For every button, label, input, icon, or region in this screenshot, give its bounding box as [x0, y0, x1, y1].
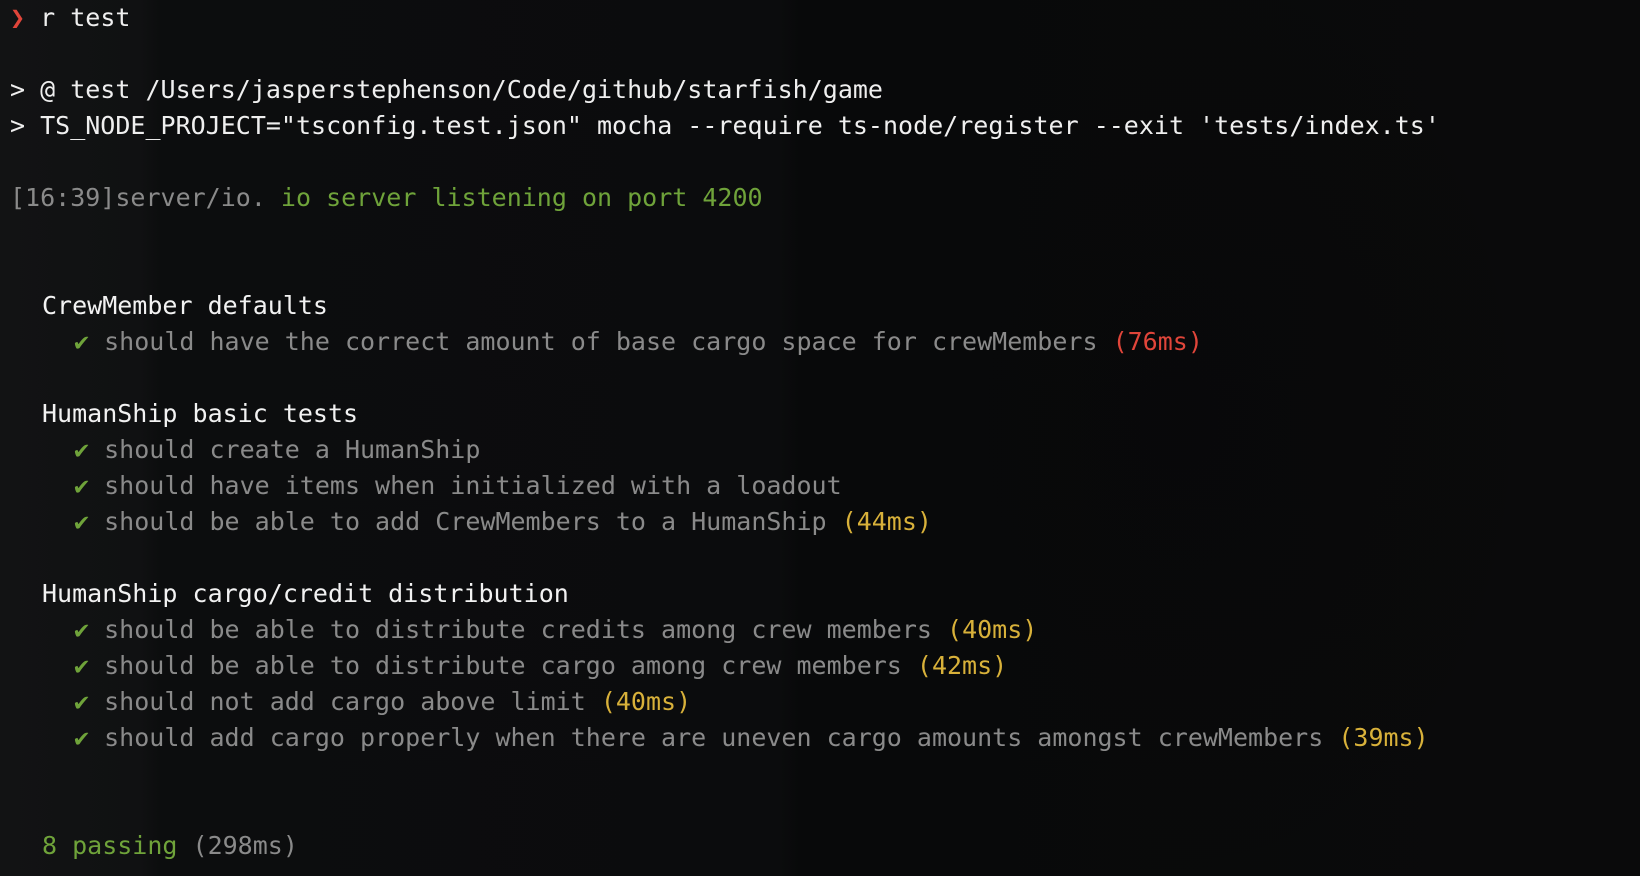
test-duration: (40ms): [947, 615, 1038, 644]
summary-line: 8 passing (298ms): [10, 828, 1640, 864]
npm-header-line-1: > @ test /Users/jasperstephenson/Code/gi…: [10, 75, 883, 104]
terminal-window[interactable]: ❯ r test > @ test /Users/jasperstephenso…: [0, 0, 1640, 876]
check-icon: ✔: [74, 723, 90, 752]
prompt-symbol: ❯: [10, 3, 26, 32]
server-log-line: [16:39]server/io. io server listening on…: [10, 180, 1640, 216]
log-prefix: [16:39]server/io.: [10, 183, 266, 212]
test-name: should create a HumanShip: [104, 435, 481, 464]
check-icon: ✔: [74, 435, 90, 464]
test-duration: (44ms): [841, 507, 932, 536]
test-duration: (76ms): [1112, 327, 1203, 356]
test-name: should be able to distribute credits amo…: [104, 615, 932, 644]
npm-header-line-2: > TS_NODE_PROJECT="tsconfig.test.json" m…: [10, 111, 1440, 140]
test-name: should be able to add CrewMembers to a H…: [104, 507, 827, 536]
suite-title: HumanShip cargo/credit distribution: [42, 579, 569, 608]
test-row: ✔ should have the correct amount of base…: [10, 324, 1640, 360]
test-name: should be able to distribute cargo among…: [104, 651, 902, 680]
test-row: ✔ should create a HumanShip: [10, 432, 1640, 468]
test-name: should have the correct amount of base c…: [104, 327, 1098, 356]
test-duration: (39ms): [1338, 723, 1429, 752]
total-duration: (298ms): [177, 831, 298, 860]
check-icon: ✔: [74, 615, 90, 644]
check-icon: ✔: [74, 471, 90, 500]
check-icon: ✔: [74, 327, 90, 356]
test-row: ✔ should be able to distribute cargo amo…: [10, 648, 1640, 684]
log-message: io server listening on port 4200: [265, 183, 763, 212]
test-row: ✔ should be able to distribute credits a…: [10, 612, 1640, 648]
command-text: r test: [40, 3, 131, 32]
test-row: ✔ should add cargo properly when there a…: [10, 720, 1640, 756]
check-icon: ✔: [74, 687, 90, 716]
passing-count: 8 passing: [42, 831, 178, 860]
test-row: ✔ should have items when initialized wit…: [10, 468, 1640, 504]
check-icon: ✔: [74, 507, 90, 536]
test-name: should not add cargo above limit: [104, 687, 586, 716]
test-duration: (40ms): [600, 687, 692, 716]
suite-title: HumanShip basic tests: [42, 399, 359, 428]
test-name: should have items when initialized with …: [104, 471, 842, 500]
check-icon: ✔: [74, 651, 90, 680]
test-name: should add cargo properly when there are…: [104, 723, 1324, 752]
command-line: ❯ r test: [10, 0, 1640, 36]
test-duration: (42ms): [916, 651, 1008, 680]
suite-title: CrewMember defaults: [42, 291, 328, 320]
test-row: ✔ should not add cargo above limit (40ms…: [10, 684, 1640, 720]
test-row: ✔ should be able to add CrewMembers to a…: [10, 504, 1640, 540]
